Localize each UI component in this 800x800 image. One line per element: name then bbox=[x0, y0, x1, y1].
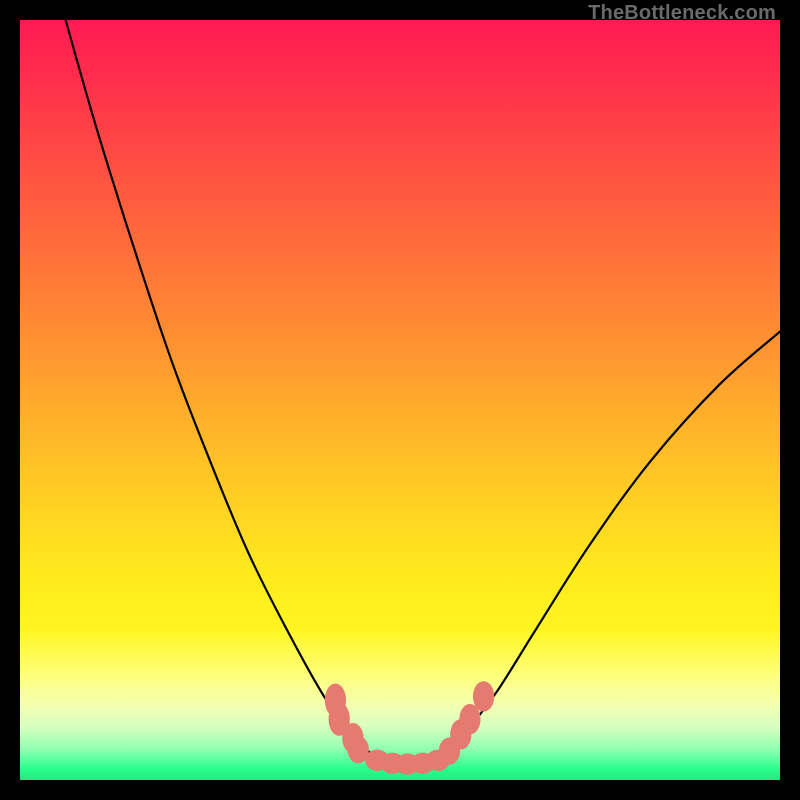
watermark-text: TheBottleneck.com bbox=[588, 2, 776, 25]
plot-area bbox=[20, 20, 780, 780]
chart-frame: TheBottleneck.com bbox=[0, 0, 800, 800]
bead-marker bbox=[473, 681, 494, 711]
trough-beads bbox=[20, 20, 780, 780]
